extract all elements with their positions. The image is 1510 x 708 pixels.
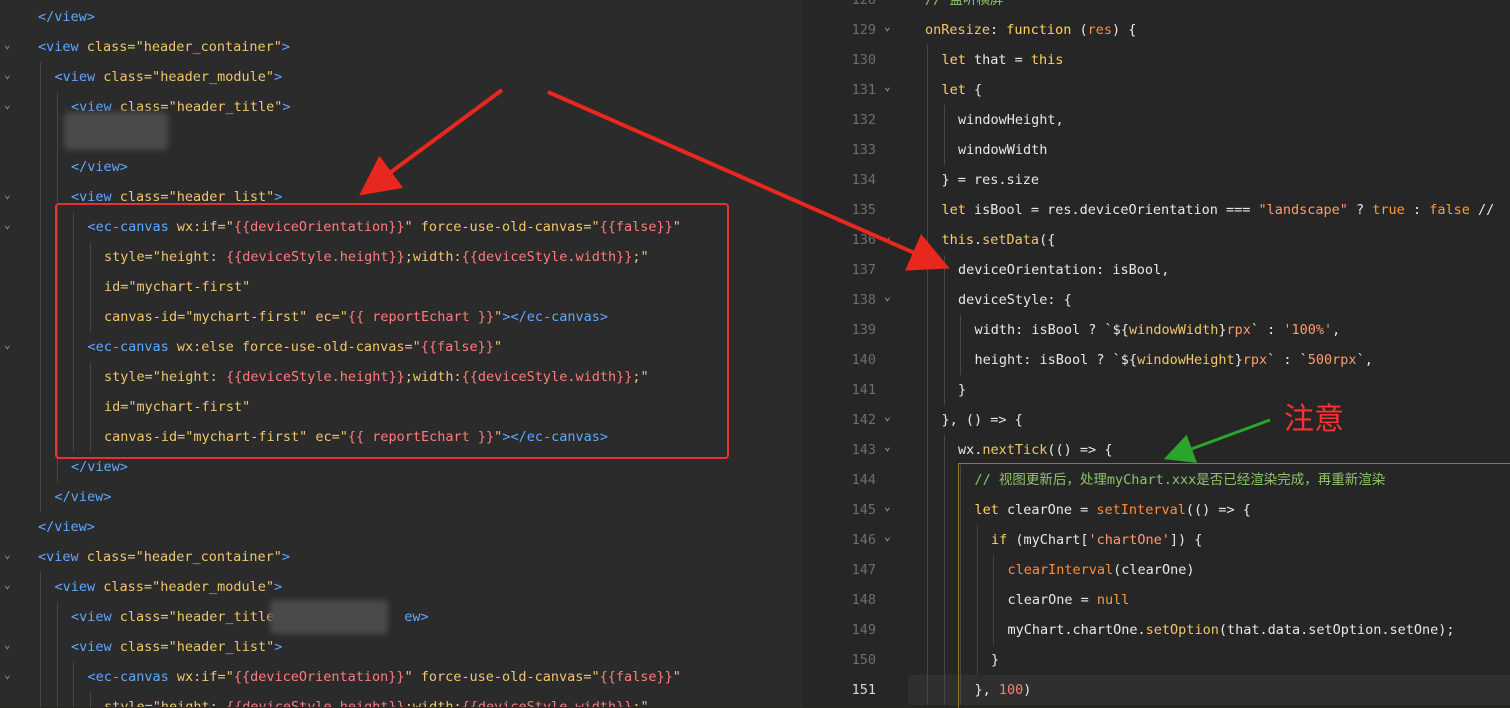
red-arrow-to-setdata xyxy=(547,90,950,271)
red-arrow-to-box xyxy=(359,88,504,196)
green-arrow-to-nexttick xyxy=(1163,418,1271,463)
annotation-arrows xyxy=(359,88,1271,463)
